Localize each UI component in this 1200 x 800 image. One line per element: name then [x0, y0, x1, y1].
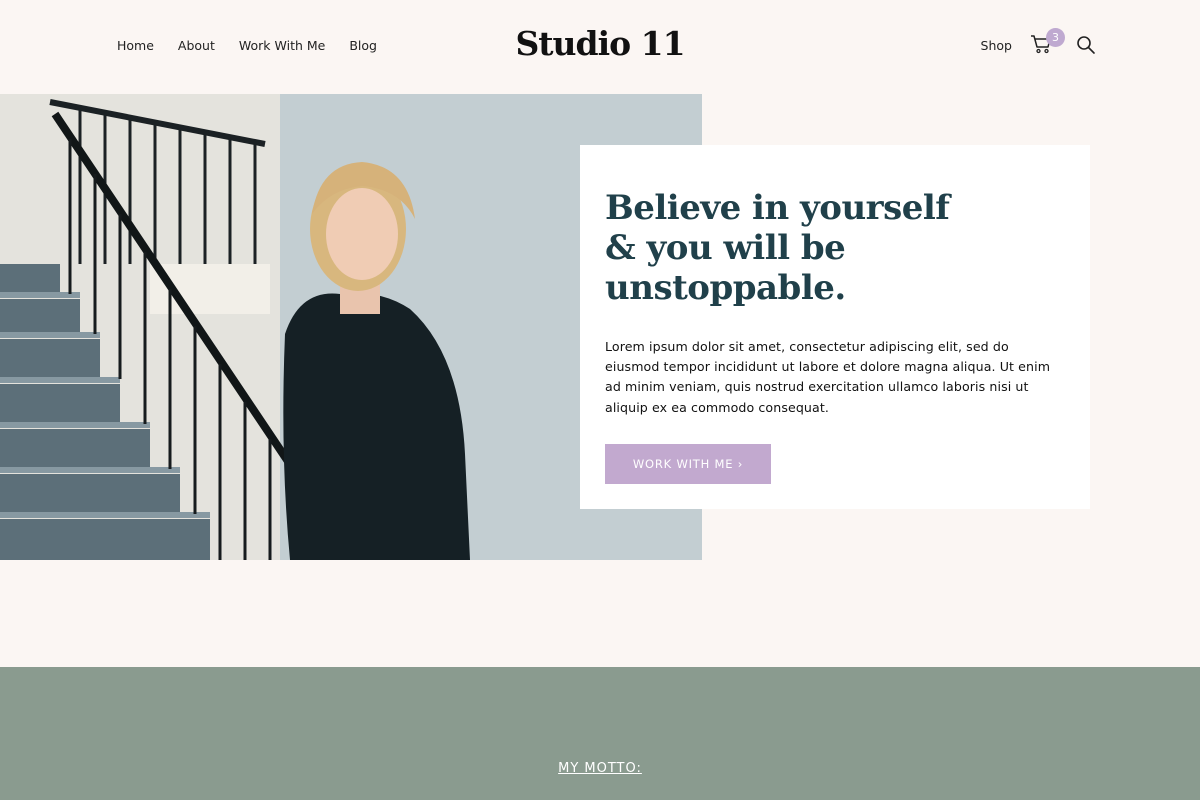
headline-line: & you will be	[605, 228, 846, 268]
site-header: Home About Work With Me Blog Studio 11 S…	[0, 0, 1200, 94]
cart-count-badge: 3	[1046, 28, 1065, 47]
hero-card: Believe in yourself & you will be unstop…	[580, 145, 1090, 509]
hero-body-text: Lorem ipsum dolor sit amet, consectetur …	[605, 339, 1051, 415]
headline-line: unstoppable.	[605, 268, 846, 308]
search-icon[interactable]	[1076, 35, 1096, 55]
utility-nav: Shop 3	[981, 28, 1096, 56]
motto-label[interactable]: MY MOTTO:	[0, 761, 1200, 776]
headline-line: Believe in yourself	[605, 188, 950, 228]
hero-headline: Believe in yourself & you will be unstop…	[605, 188, 1065, 308]
motto-section: MY MOTTO:	[0, 667, 1200, 800]
nav-shop-link[interactable]: Shop	[981, 38, 1012, 53]
work-with-me-button[interactable]: WORK WITH ME ›	[605, 444, 771, 484]
cart-button[interactable]: 3	[1030, 28, 1065, 56]
